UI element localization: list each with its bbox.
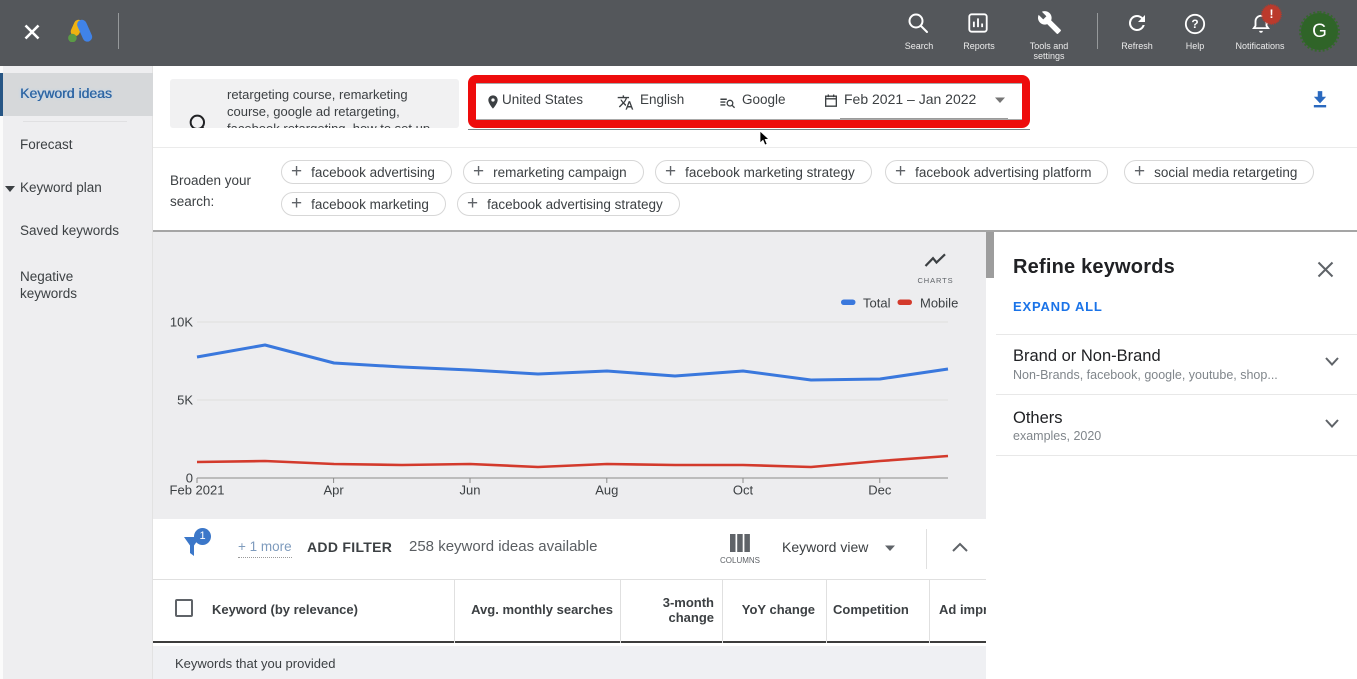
svg-text:10K: 10K [170, 315, 193, 330]
svg-text:Jun: Jun [460, 483, 481, 498]
svg-text:Aug: Aug [595, 483, 618, 498]
svg-text:Oct: Oct [733, 483, 754, 498]
svg-text:Apr: Apr [323, 483, 344, 498]
svg-text:CHARTS: CHARTS [917, 276, 953, 285]
svg-text:5K: 5K [177, 393, 193, 408]
svg-text:Dec: Dec [868, 483, 892, 498]
svg-text:Total: Total [863, 296, 891, 311]
svg-text:?: ? [1191, 17, 1198, 31]
svg-text:Mobile: Mobile [920, 296, 958, 311]
svg-text:Feb 2021: Feb 2021 [170, 483, 225, 498]
